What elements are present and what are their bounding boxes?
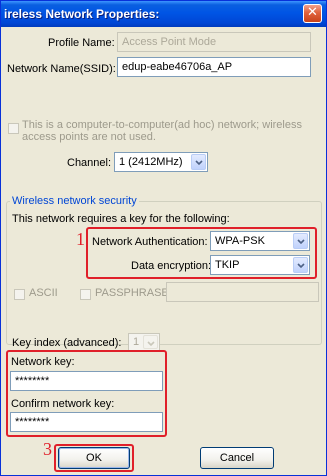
passphrase-checkbox[interactable] (80, 289, 91, 300)
key-index-select[interactable]: 1 (128, 333, 160, 351)
ascii-checkbox[interactable] (14, 289, 25, 300)
network-key-value: ******** (15, 375, 50, 387)
encryption-label: Data encryption: (131, 260, 212, 272)
close-icon: ✕ (307, 5, 318, 20)
ssid-value: edup-eabe46706a_AP (122, 61, 233, 73)
marker-one: 1 (76, 229, 85, 249)
ascii-label: ASCII (29, 287, 58, 299)
cancel-button-label: Cancel (219, 452, 255, 464)
security-group-title: Wireless network security (10, 195, 139, 207)
chevron-down-icon (293, 233, 308, 249)
adhoc-label-line2: access points are not used. (22, 131, 156, 143)
ssid-input[interactable]: edup-eabe46706a_AP (117, 57, 311, 77)
title-bar[interactable]: ireless Network Properties: ✕ (1, 1, 326, 27)
channel-value: 1 (2412MHz) (119, 156, 183, 168)
auth-select[interactable]: WPA-PSK (210, 231, 310, 251)
confirm-key-input[interactable]: ******** (10, 412, 163, 432)
requires-key-text: This network requires a key for the foll… (12, 213, 230, 225)
window-title: ireless Network Properties: (4, 7, 160, 21)
key-index-value: 1 (133, 336, 140, 348)
auth-label: Network Authentication: (92, 236, 208, 248)
wireless-properties-dialog: ireless Network Properties: ✕ Profile Na… (0, 0, 327, 476)
chevron-down-icon (143, 335, 158, 349)
ok-button-label: OK (86, 452, 102, 464)
network-key-label: Network key: (11, 356, 75, 368)
encryption-select[interactable]: TKIP (210, 255, 310, 275)
adhoc-checkbox[interactable] (8, 123, 19, 134)
profile-name-field: Access Point Mode (117, 32, 311, 52)
key-index-label: Key index (advanced): (12, 337, 122, 349)
channel-select[interactable]: 1 (2412MHz) (114, 152, 208, 172)
marker-three: 3 (43, 439, 52, 459)
passphrase-label: PASSPHRASE (95, 287, 169, 299)
confirm-key-label: Confirm network key: (11, 398, 115, 410)
profile-name-value: Access Point Mode (122, 36, 217, 48)
chevron-down-icon (293, 257, 308, 273)
channel-label: Channel: (67, 157, 112, 169)
auth-value: WPA-PSK (215, 235, 265, 247)
profile-name-label: Profile Name: (48, 37, 115, 49)
encryption-value: TKIP (215, 259, 240, 271)
ssid-label: Network Name(SSID): (7, 63, 116, 75)
network-key-input[interactable]: ******** (10, 371, 163, 391)
adhoc-label-line1: This is a computer-to-computer(ad hoc) n… (22, 119, 302, 131)
cancel-button[interactable]: Cancel (200, 447, 274, 469)
passphrase-field (166, 282, 319, 302)
chevron-down-icon (191, 154, 206, 170)
ok-button[interactable]: OK (58, 447, 130, 469)
close-button[interactable]: ✕ (303, 4, 322, 23)
confirm-key-value: ******** (15, 416, 50, 428)
